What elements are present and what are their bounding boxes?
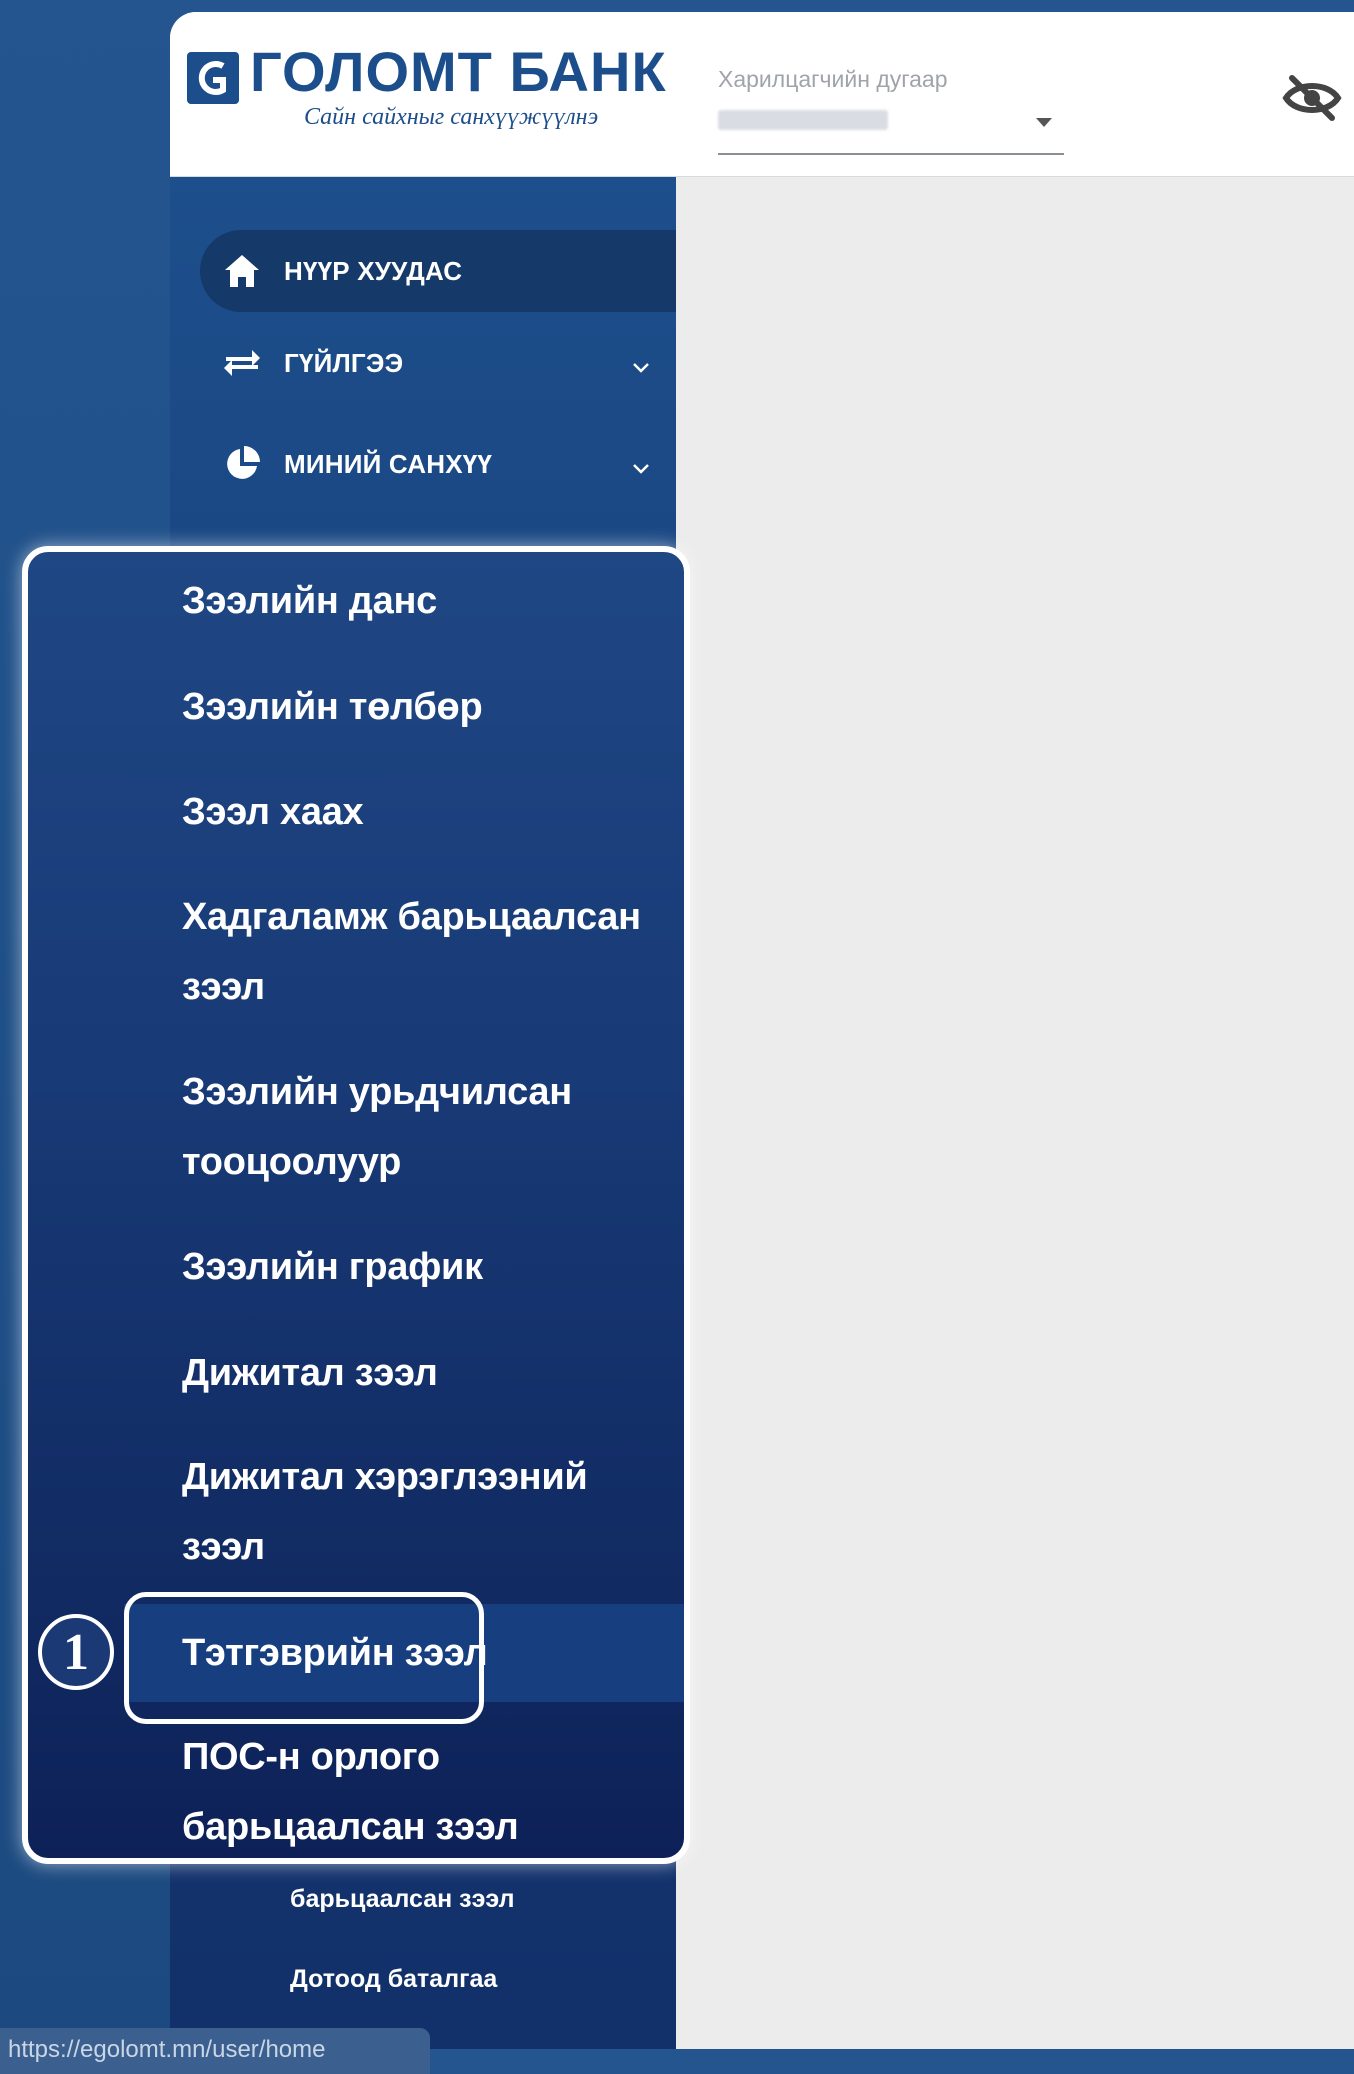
loan-submenu-callout: Зээлийн данс Зээлийн төлбөр Зээл хаах Ха… xyxy=(22,546,690,1864)
sidebar-item-my-finance[interactable]: МИНИЙ САНХҮҮ xyxy=(200,423,676,505)
sidebar-item-transactions[interactable]: ГҮЙЛГЭЭ xyxy=(200,322,676,404)
sidebar-item-label: ГҮЙЛГЭЭ xyxy=(284,347,404,378)
pie-chart-icon xyxy=(222,444,262,484)
url-text: https://egolomt.mn/user/home xyxy=(8,2036,326,2063)
highlight-box xyxy=(124,1592,484,1724)
step-number-badge: 1 xyxy=(38,1614,114,1690)
loan-menu-item-close-loan[interactable]: Зээл хаах xyxy=(182,777,662,847)
dropdown-caret-icon xyxy=(1036,118,1052,127)
sidebar-item-label: НҮҮР ХУУДАС xyxy=(284,255,463,286)
home-icon xyxy=(222,251,262,291)
chevron-down-icon xyxy=(632,451,650,482)
sidebar-item-label: МИНИЙ САНХҮҮ xyxy=(284,448,493,479)
bank-name: ГОЛОМТ БАНК xyxy=(250,40,667,103)
chevron-down-icon xyxy=(632,350,650,381)
loan-menu-item-loan-account[interactable]: Зээлийн данс xyxy=(182,566,662,636)
sidebar-subitem-collateral-loan[interactable]: барьцаалсан зээл xyxy=(290,1885,630,1914)
loan-menu-item-deposit-backed-loan[interactable]: Хадгаламж барьцаалсан зээл xyxy=(182,882,662,1022)
golomt-logo-icon xyxy=(187,52,239,104)
customer-number-select[interactable]: Харилцагчийн дугаар xyxy=(718,52,1064,156)
loan-menu-item-loan-payment[interactable]: Зээлийн төлбөр xyxy=(182,672,662,742)
eye-off-icon[interactable] xyxy=(1280,66,1344,130)
loan-menu-item-pos-income-loan[interactable]: ПОС-н орлого барьцаалсан зээл xyxy=(182,1722,662,1858)
sidebar-item-home[interactable]: НҮҮР ХУУДАС xyxy=(200,230,676,312)
status-bar-url: https://egolomt.mn/user/home xyxy=(0,2028,430,2074)
transfer-arrows-icon xyxy=(222,343,262,383)
loan-menu-item-digital-loan[interactable]: Дижитал зээл xyxy=(182,1338,662,1408)
top-bar: ГОЛОМТ БАНК Сайн сайхныг санхүүжүүлнэ Ха… xyxy=(170,12,1354,177)
bank-slogan: Сайн сайхныг санхүүжүүлнэ xyxy=(304,104,599,130)
bank-logo[interactable]: ГОЛОМТ БАНК Сайн сайхныг санхүүжүүлнэ xyxy=(170,12,676,176)
sidebar-subitem-internal-guarantee[interactable]: Дотоод баталгаа xyxy=(290,1965,630,1994)
field-underline xyxy=(718,153,1064,155)
customer-number-label: Харилцагчийн дугаар xyxy=(718,66,948,92)
customer-number-value xyxy=(718,110,888,130)
loan-menu-item-digital-consumer-loan[interactable]: Дижитал хэрэглээний зээл xyxy=(182,1442,662,1582)
loan-menu-item-loan-calculator[interactable]: Зээлийн урьдчилсан тооцоолуур xyxy=(182,1057,662,1197)
main-content xyxy=(676,177,1354,2049)
loan-menu-item-loan-schedule[interactable]: Зээлийн график xyxy=(182,1232,662,1302)
